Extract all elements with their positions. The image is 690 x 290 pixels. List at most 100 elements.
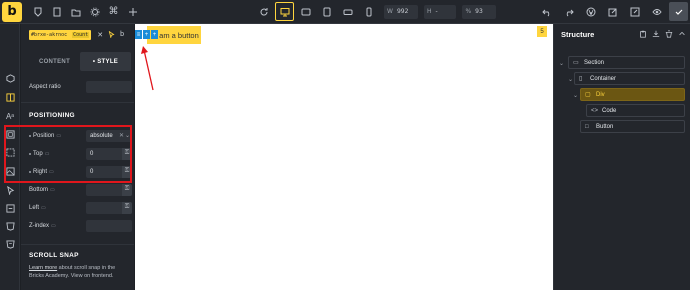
mobile-landscape-icon[interactable]	[338, 2, 357, 21]
clipboard-icon[interactable]	[639, 30, 647, 40]
scale-label: %	[465, 8, 472, 15]
bottom-input[interactable]: ⚿	[86, 183, 132, 196]
structure-actions	[639, 30, 686, 40]
typography-icon[interactable]: Aa	[3, 110, 17, 122]
css-icon[interactable]	[3, 220, 17, 232]
top-toolbar: b ⌘ W 992 H - % 93	[0, 0, 690, 24]
container-icon: ▯	[579, 76, 583, 82]
wordpress-icon[interactable]	[581, 2, 600, 21]
left-input[interactable]: ⚿	[86, 201, 132, 214]
left-row: Left ▭ ⚿	[29, 201, 132, 214]
tab-style[interactable]: • STYLE	[80, 52, 131, 71]
structure-item-button[interactable]: □ Button	[580, 120, 685, 133]
code-icon: <>	[591, 107, 599, 114]
builder-app: b ⌘ W 992 H - % 93 A a #brxe-akrnoc Coun…	[0, 0, 690, 290]
count-badge: 5	[537, 26, 547, 37]
button-icon: □	[585, 123, 589, 130]
more-icon[interactable]: +	[151, 30, 158, 39]
monitor-icon: ▭	[41, 204, 46, 211]
element-id: #brxe-akrnoc	[31, 32, 68, 38]
toolbar-left-icons: ⌘	[28, 2, 142, 21]
desktop-icon[interactable]	[275, 2, 294, 21]
builder-canvas[interactable]: I am a button ≡ + + 5	[135, 24, 553, 290]
annotation-highlight-box	[4, 125, 132, 183]
cursor-icon[interactable]	[3, 184, 17, 196]
aspect-ratio-input[interactable]	[86, 80, 132, 93]
element-id-pill[interactable]: #brxe-akrnoc Count	[29, 30, 92, 40]
structure-title: Structure	[561, 30, 595, 39]
structure-item-code[interactable]: <> Code	[586, 104, 685, 117]
trash-icon[interactable]	[665, 30, 673, 40]
pseudo-selector-icon[interactable]	[108, 30, 115, 40]
plus-icon[interactable]	[123, 2, 142, 21]
bottom-row: Bottom ▭ ⚿	[29, 183, 132, 196]
chevron-down-icon[interactable]: ⌄	[559, 60, 564, 67]
close-icon[interactable]: ✕	[97, 31, 103, 40]
selection-toolbar: ≡ + +	[135, 30, 159, 39]
monitor-icon: ▭	[51, 222, 56, 229]
width-value: 992	[396, 8, 409, 15]
section-divider	[21, 244, 134, 245]
element-id-actions: ✕ b	[97, 30, 124, 40]
undo-icon[interactable]	[537, 2, 556, 21]
structure-item-div[interactable]: ▢ Div	[580, 88, 685, 101]
scale-field[interactable]: % 93	[462, 4, 497, 19]
learn-more-link[interactable]: Learn more	[29, 265, 57, 271]
div-icon: ▢	[585, 92, 591, 98]
element-class: Count	[72, 32, 90, 38]
move-handle-icon[interactable]: ≡	[135, 30, 142, 39]
mobile-icon[interactable]	[359, 2, 378, 21]
external-link-icon[interactable]	[625, 2, 644, 21]
command-icon[interactable]: ⌘	[104, 2, 123, 21]
height-field[interactable]: H -	[423, 4, 457, 19]
edit-icon[interactable]	[603, 2, 622, 21]
gear-icon[interactable]	[85, 2, 104, 21]
bottom-label: Bottom ▭	[29, 186, 55, 193]
z-index-input[interactable]	[86, 219, 132, 232]
save-icon[interactable]	[669, 2, 688, 21]
height-value: -	[435, 8, 438, 15]
monitor-icon: ▭	[50, 186, 55, 193]
bricks-logo[interactable]: b	[2, 1, 22, 22]
tablet-icon[interactable]	[296, 2, 315, 21]
scroll-snap-help: Learn more about scroll snap in the Bric…	[29, 264, 129, 280]
refresh-icon[interactable]	[254, 2, 273, 21]
unit-toggle-icon[interactable]: ⚿	[122, 201, 132, 214]
breakpoint-indicator[interactable]: b	[120, 31, 124, 40]
effects-icon[interactable]	[3, 202, 17, 214]
height-label: H	[426, 8, 432, 15]
structure-item-container[interactable]: ▯ Container	[574, 72, 685, 85]
annotation-arrow	[141, 46, 154, 91]
tab-content[interactable]: CONTENT	[29, 52, 80, 71]
bricks-icon[interactable]	[28, 2, 47, 21]
structure-panel: Structure ⌄ ▭ Section ⌄ ▯ Container ⌄ ▢ …	[553, 24, 690, 290]
unit-toggle-icon[interactable]: ⚿	[122, 183, 132, 196]
folder-icon[interactable]	[66, 2, 85, 21]
chevron-down-icon[interactable]: ⌄	[568, 76, 573, 83]
positioning-heading: POSITIONING	[29, 112, 75, 119]
width-field[interactable]: W 992	[384, 4, 418, 19]
z-index-label: Z-index ▭	[29, 222, 56, 229]
tablet-portrait-icon[interactable]	[317, 2, 336, 21]
left-label: Left ▭	[29, 204, 46, 211]
toolbar-right-icons	[537, 2, 688, 21]
z-index-row: Z-index ▭	[29, 219, 132, 232]
eye-icon[interactable]	[647, 2, 666, 21]
structure-item-section[interactable]: ▭ Section	[568, 56, 685, 69]
download-icon[interactable]	[652, 30, 660, 40]
elements-icon[interactable]	[3, 72, 17, 84]
attributes-icon[interactable]	[3, 238, 17, 250]
add-icon[interactable]: +	[143, 30, 150, 39]
device-switcher: W 992 H - % 93	[254, 2, 497, 21]
layout-icon[interactable]	[3, 91, 17, 103]
collapse-icon[interactable]	[678, 30, 686, 40]
settings-tabs: CONTENT • STYLE	[29, 52, 131, 71]
chevron-down-icon[interactable]: ⌄	[573, 92, 578, 99]
element-id-row: #brxe-akrnoc Count ✕ b	[29, 30, 124, 40]
scale-value: 93	[475, 8, 483, 15]
redo-icon[interactable]	[559, 2, 578, 21]
page-icon[interactable]	[47, 2, 66, 21]
section-divider	[21, 102, 134, 103]
width-label: W	[387, 8, 393, 15]
aspect-ratio-label: Aspect ratio	[29, 83, 61, 90]
